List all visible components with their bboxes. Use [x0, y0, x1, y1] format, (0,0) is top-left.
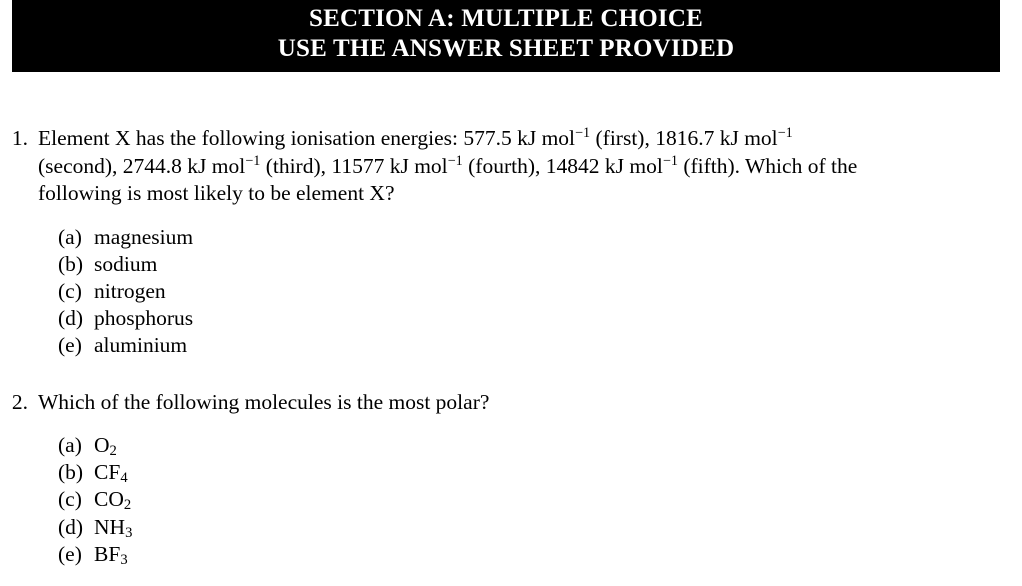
- text-run: Element X has the following ionisation e…: [38, 126, 576, 150]
- option-letter: (d): [58, 514, 84, 539]
- section-header-banner: SECTION A: MULTIPLE CHOICE USE THE ANSWE…: [12, 0, 1000, 72]
- option-letter: (e): [58, 541, 82, 566]
- superscript-text: −1: [662, 152, 678, 169]
- text-run: CF: [94, 460, 121, 485]
- question-line: following is most likely to be element X…: [38, 180, 968, 208]
- option-letter: (a): [58, 433, 82, 458]
- answer-option[interactable]: (b) sodium: [58, 251, 1022, 278]
- text-run: aluminium: [94, 333, 188, 358]
- text-run: (fourth), 14842 kJ mol: [462, 153, 663, 178]
- text-run: CO: [94, 487, 124, 512]
- option-label: aluminium: [94, 332, 187, 359]
- option-label: BF3: [94, 541, 128, 568]
- subscript-text: 2: [109, 443, 117, 460]
- text-run: phosphorus: [94, 306, 194, 331]
- option-label: phosphorus: [94, 305, 193, 332]
- text-run: (first), 1816.7 kJ mol: [590, 126, 778, 150]
- text-run: (fifth). Which of the: [677, 153, 858, 178]
- answer-option[interactable]: (e) aluminium: [58, 332, 1022, 359]
- question-row-2: 2. Which of the following molecules is t…: [0, 389, 1022, 417]
- questions-container: 1. Element X has the following ionisatio…: [0, 72, 1022, 568]
- subscript-text: 4: [120, 470, 128, 487]
- text-run: magnesium: [94, 224, 194, 249]
- option-label: NH3: [94, 514, 132, 541]
- header-line-section-title: SECTION A: MULTIPLE CHOICE: [309, 5, 703, 32]
- text-run: (third), 11577 kJ mol: [260, 153, 448, 178]
- option-letter: (e): [58, 333, 82, 358]
- question-block-2: 2. Which of the following molecules is t…: [0, 389, 1022, 569]
- answer-option[interactable]: (e) BF3: [58, 541, 1022, 568]
- text-run: NH: [94, 514, 126, 539]
- text-run: sodium: [94, 251, 158, 276]
- answer-option[interactable]: (c) nitrogen: [58, 278, 1022, 305]
- text-run: BF: [94, 541, 121, 566]
- options-list-2: (a) O2 (b) CF4 (c) CO2 (d) NH3 (e) BF3: [0, 432, 1022, 568]
- superscript-text: −1: [447, 152, 463, 169]
- option-letter: (b): [58, 251, 84, 276]
- option-label: nitrogen: [94, 278, 166, 305]
- answer-option[interactable]: (b) CF4: [58, 459, 1022, 486]
- question-text-1: Element X has the following ionisation e…: [38, 125, 968, 208]
- option-label: O2: [94, 432, 117, 459]
- option-label: CF4: [94, 459, 128, 486]
- option-label: magnesium: [94, 224, 193, 251]
- option-letter: (a): [58, 224, 82, 249]
- subscript-text: 3: [120, 552, 128, 569]
- options-list-1: (a) magnesium (b) sodium (c) nitrogen (d) phosp…: [0, 224, 1022, 360]
- option-letter: (c): [58, 278, 82, 303]
- option-letter: (b): [58, 460, 84, 485]
- question-line: Element X has the following ionisation e…: [38, 125, 968, 153]
- text-run: following is most likely to be element X…: [38, 181, 395, 205]
- option-letter: (c): [58, 487, 82, 512]
- text-run: Which of the following molecules is the …: [38, 389, 490, 414]
- question-row-1: 1. Element X has the following ionisatio…: [0, 125, 1022, 208]
- superscript-text: −1: [777, 124, 793, 141]
- question-number-2: 2.: [11, 389, 28, 414]
- text-run: (second), 2744.8 kJ mol: [38, 153, 246, 178]
- option-label: CO2: [94, 486, 131, 513]
- superscript-text: −1: [575, 124, 591, 141]
- text-run: O: [94, 433, 110, 458]
- question-block-1: 1. Element X has the following ionisatio…: [0, 125, 1022, 360]
- question-number-1: 1.: [11, 126, 28, 150]
- question-line: Which of the following molecules is the …: [38, 389, 968, 417]
- question-text-2: Which of the following molecules is the …: [38, 389, 968, 417]
- text-run: nitrogen: [94, 278, 166, 303]
- header-line-answer-sheet-instruction: USE THE ANSWER SHEET PROVIDED: [277, 35, 735, 62]
- answer-option[interactable]: (c) CO2: [58, 486, 1022, 513]
- answer-option[interactable]: (d) NH3: [58, 514, 1022, 541]
- answer-option[interactable]: (d) phosphorus: [58, 305, 1022, 332]
- subscript-text: 2: [123, 497, 132, 514]
- option-letter: (d): [58, 306, 84, 331]
- question-line: (second), 2744.8 kJ mol−1 (third), 11577…: [38, 153, 968, 181]
- option-label: sodium: [94, 251, 157, 278]
- answer-option[interactable]: (a) magnesium: [58, 224, 1022, 251]
- answer-option[interactable]: (a) O2: [58, 432, 1022, 459]
- subscript-text: 3: [125, 524, 133, 541]
- superscript-text: −1: [245, 152, 261, 169]
